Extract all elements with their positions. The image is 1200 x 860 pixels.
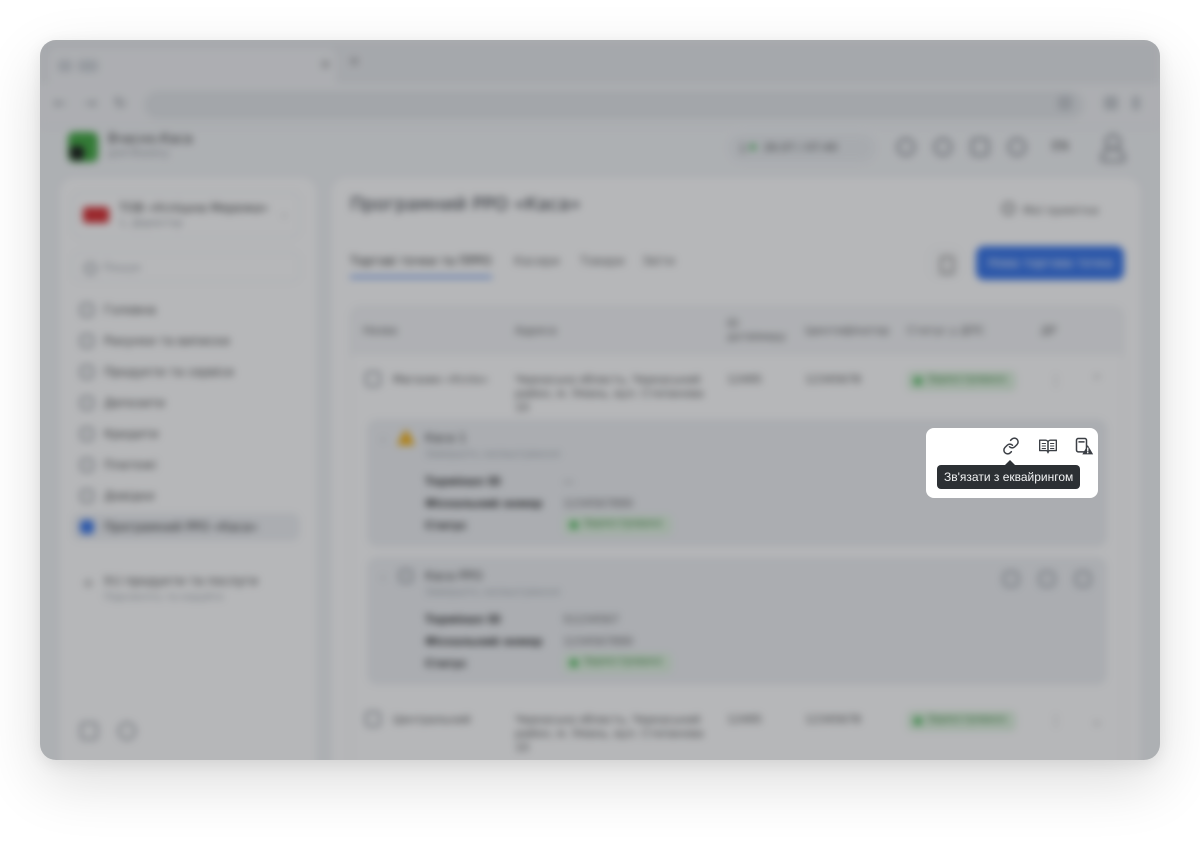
register-warning-icon[interactable] <box>1071 433 1097 459</box>
open-book-icon[interactable] <box>1035 433 1061 459</box>
tooltip: Зв'язати з еквайрингом <box>937 460 1081 489</box>
dim-overlay <box>40 40 1160 760</box>
browser-window: ✕ + ← → ↻ Вчасно.Каса для бізнесу ▯ 26.0… <box>40 40 1160 760</box>
link-icon[interactable] <box>998 433 1024 459</box>
spotlight-panel: Зв'язати з еквайрингом <box>926 428 1098 498</box>
